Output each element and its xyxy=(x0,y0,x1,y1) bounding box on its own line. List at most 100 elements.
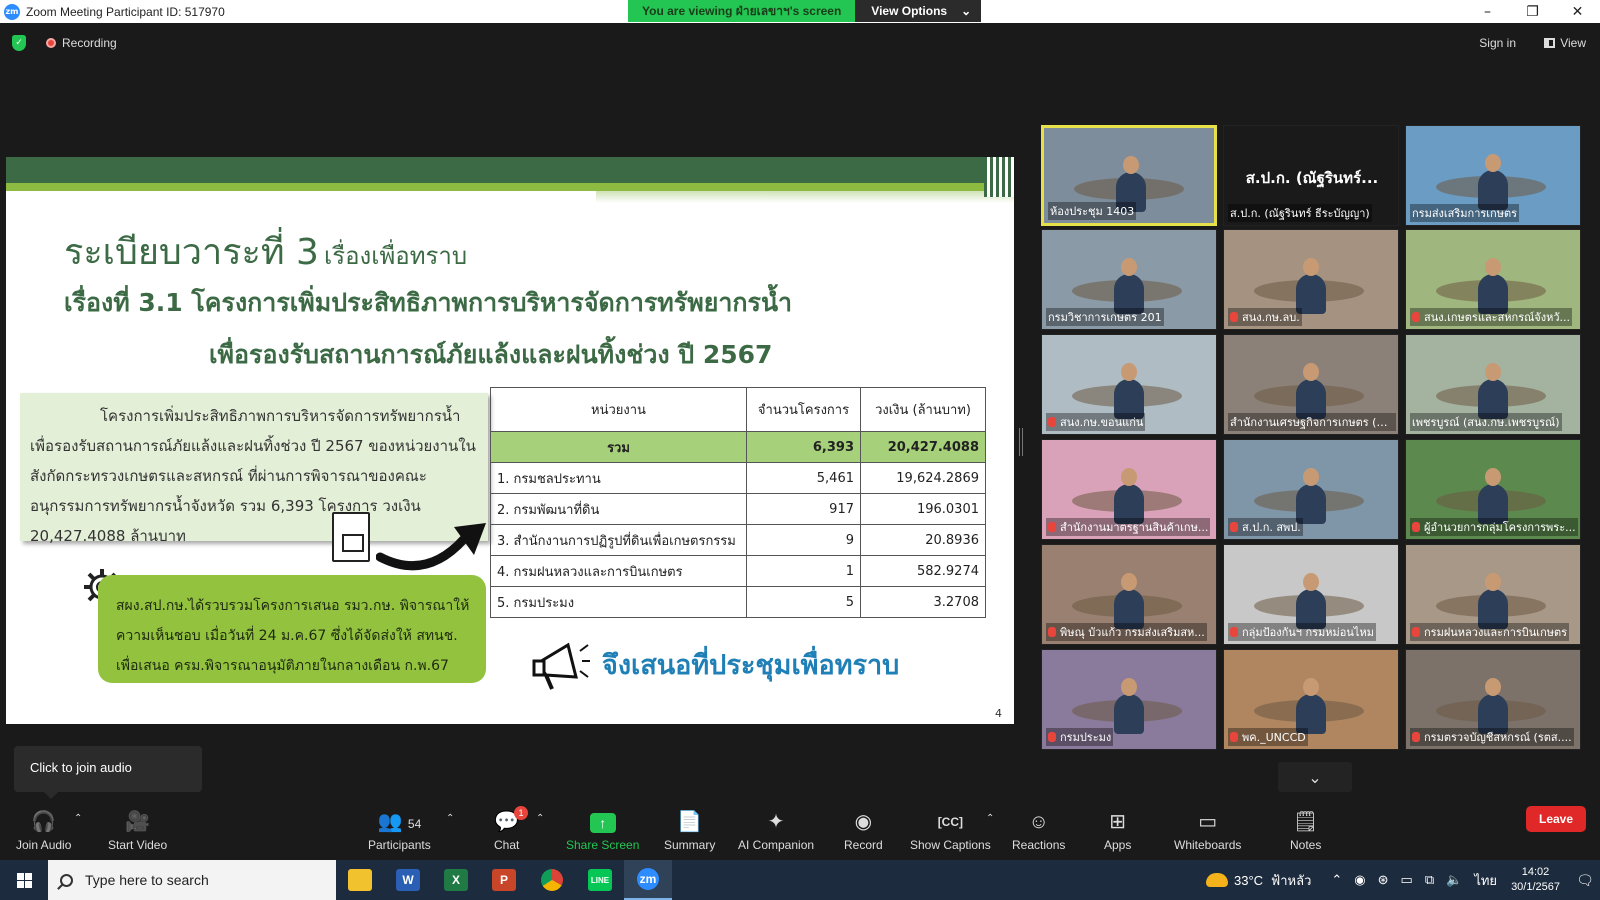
split-resize-handle[interactable] xyxy=(1019,428,1023,456)
participant-tile[interactable]: ส.ป.ก. (ณัฐรินทร์... ส.ป.ก. (ณัฐรินทร์ ธี… xyxy=(1223,125,1399,226)
taskbar-chrome[interactable] xyxy=(528,860,576,900)
mic-muted-icon xyxy=(1048,627,1056,637)
participant-tile[interactable]: ส.ป.ก. สพป. xyxy=(1223,439,1399,540)
participant-name: สนง.กษ.ลบ. xyxy=(1228,308,1302,326)
record-button[interactable]: ◉ Record xyxy=(844,810,883,852)
participant-tile[interactable]: กรมตรวจบัญชีสหกรณ์ (รตส.... xyxy=(1405,649,1581,750)
table-header-count: จำนวนโครงการ xyxy=(746,387,861,432)
taskbar-search[interactable]: Type here to search xyxy=(48,860,336,900)
note-box: สผง.สป.กษ.ได้รวบรวมโครงการเสนอ รมว.กษ. พ… xyxy=(98,575,486,683)
participant-name: ห้องประชุม 1403 xyxy=(1048,202,1137,220)
display-icon[interactable]: ⧉ xyxy=(1425,872,1434,888)
participant-tile[interactable]: สนง.กษ.ลบ. xyxy=(1223,229,1399,330)
sign-in-button[interactable]: Sign in xyxy=(1479,36,1516,50)
webcam-icon[interactable]: ◉ xyxy=(1354,872,1365,888)
participant-tile[interactable]: กรมส่งเสริมการเกษตร xyxy=(1405,125,1581,226)
apps-button[interactable]: ⊞ Apps xyxy=(1104,810,1131,852)
participant-tile[interactable]: สำนักงานมาตรฐานสินค้าเกษ... xyxy=(1041,439,1217,540)
join-audio-tooltip[interactable]: Click to join audio xyxy=(14,746,202,799)
record-label: Record xyxy=(844,838,883,852)
close-button[interactable]: ✕ xyxy=(1555,0,1600,23)
participant-name: ส.ป.ก. (ณัฐรินทร์ ธีระบัญญา) xyxy=(1228,204,1372,222)
participant-tile[interactable]: กรมฝนหลวงและการบินเกษตร xyxy=(1405,544,1581,645)
participant-tile[interactable]: กรมวิชาการเกษตร 201 xyxy=(1041,229,1217,330)
table-header-amount: วงเงิน (ล้านบาท) xyxy=(860,387,986,432)
row-count: 9 xyxy=(746,524,861,556)
participant-tile[interactable]: ผู้อำนวยการกลุ่มโครงการพระ... xyxy=(1405,439,1581,540)
participant-name: กรมตรวจบัญชีสหกรณ์ (รตส.... xyxy=(1410,728,1574,746)
table-header-agency: หน่วยงาน xyxy=(490,387,747,432)
participants-caret[interactable]: ⌃ xyxy=(446,813,454,824)
participant-tile[interactable]: ห้องประชุม 1403 xyxy=(1041,125,1217,226)
taskbar-powerpoint[interactable]: P xyxy=(480,860,528,900)
tooltip-text: Click to join audio xyxy=(30,760,132,775)
line-icon: LINE xyxy=(588,869,612,891)
total-amount: 20,427.4088 xyxy=(860,431,986,463)
row-amount: 19,624.2869 xyxy=(860,462,986,494)
view-button[interactable]: View xyxy=(1544,36,1586,50)
participant-tile[interactable]: เพชรบูรณ์ (สนง.กษ.เพชรบูรณ์) xyxy=(1405,334,1581,435)
slide-title: ระเบียบวาระที่ 3 เรื่องเพื่อทราบ xyxy=(64,223,467,280)
captions-caret[interactable]: ⌃ xyxy=(986,813,994,824)
reactions-button[interactable]: ☺ Reactions xyxy=(1012,810,1065,852)
participants-button[interactable]: 👥 54 Participants xyxy=(368,810,431,852)
row-label: 3. สำนักงานการปฏิรูปที่ดินเพื่อเกษตรกรรม xyxy=(490,524,747,556)
notes-button[interactable]: 🗒 Notes xyxy=(1290,810,1321,852)
chevron-down-icon: ⌄ xyxy=(1308,767,1322,787)
participant-name-text: กรมประมง xyxy=(1060,731,1112,744)
powerpoint-icon: P xyxy=(492,869,516,891)
participant-tile[interactable]: กรมประมง xyxy=(1041,649,1217,750)
summary-button[interactable]: 📄 Summary xyxy=(664,810,715,852)
taskbar-excel[interactable]: X xyxy=(432,860,480,900)
participant-tile[interactable]: กลุ่มป้องกันฯ กรมหม่อนไหม xyxy=(1223,544,1399,645)
meeting-top-strip: ✓ Recording Sign in View xyxy=(0,23,1600,63)
participant-tile[interactable]: สนง.เกษตรและสหกรณ์จังหวั... xyxy=(1405,229,1581,330)
volume-icon[interactable]: 🔈 xyxy=(1446,872,1462,888)
taskbar-file-explorer[interactable] xyxy=(336,860,384,900)
notification-icon[interactable]: 🗨 xyxy=(1570,872,1600,889)
join-audio-button[interactable]: 🎧 Join Audio xyxy=(16,810,71,852)
start-button[interactable] xyxy=(0,860,48,900)
participant-name: กรมวิชาการเกษตร 201 xyxy=(1046,308,1164,326)
gallery-next-page-button[interactable]: ⌄ xyxy=(1278,762,1352,792)
participant-name-text: สำนักงานเศรษฐกิจการเกษตร (ห้... xyxy=(1230,416,1395,429)
participant-name-text: กลุ่มป้องกันฯ กรมหม่อนไหม xyxy=(1242,626,1374,639)
share-screen-label: Share Screen xyxy=(566,838,640,852)
participant-tile[interactable]: สนง.กษ.ขอนแก่น xyxy=(1041,334,1217,435)
leave-button[interactable]: Leave xyxy=(1526,806,1586,832)
chat-button[interactable]: 💬 1 Chat xyxy=(494,806,528,852)
mic-muted-icon xyxy=(1230,312,1238,322)
participant-video-head xyxy=(1485,363,1501,381)
antivirus-icon[interactable]: ⊛ xyxy=(1378,872,1389,888)
row-label: 4. กรมฝนหลวงและการบินเกษตร xyxy=(490,555,747,587)
show-captions-button[interactable]: [CC] Show Captions xyxy=(910,810,991,852)
participant-tile[interactable]: สำนักงานเศรษฐกิจการเกษตร (ห้... xyxy=(1223,334,1399,435)
start-video-button[interactable]: 🎥 Start Video xyxy=(108,810,167,852)
participant-tile[interactable]: พค._UNCCD xyxy=(1223,649,1399,750)
ai-companion-button[interactable]: ✦ AI Companion xyxy=(738,810,814,852)
audio-options-caret[interactable]: ⌃ xyxy=(74,813,82,824)
taskbar-line[interactable]: LINE xyxy=(576,860,624,900)
slide-subtitle-line2: เพื่อรองรับสถานการณ์ภัยแล้งและฝนทิ้งช่วง… xyxy=(209,340,773,369)
share-screen-button[interactable]: ↑ Share Screen xyxy=(566,810,639,852)
taskbar-zoom[interactable]: zm xyxy=(624,860,672,900)
shield-check-icon[interactable]: ✓ xyxy=(12,35,26,51)
taskbar-word[interactable]: W xyxy=(384,860,432,900)
maximize-button[interactable]: ❐ xyxy=(1510,0,1555,23)
participant-name: พิษณุ บัวแก้ว กรมส่งเสริมสห... xyxy=(1046,623,1207,641)
network-icon[interactable]: ▭ xyxy=(1401,872,1413,888)
slide-header-band xyxy=(6,157,1014,183)
chevron-up-icon[interactable]: ⌃ xyxy=(1331,872,1342,888)
minimize-button[interactable]: – xyxy=(1465,0,1510,23)
participant-video-head xyxy=(1121,258,1137,276)
whiteboards-button[interactable]: ▭ Whiteboards xyxy=(1174,810,1241,852)
row-label: 1. กรมชลประทาน xyxy=(490,462,747,494)
view-options-button[interactable]: View Options ⌄ xyxy=(855,0,982,22)
slide-title-main: ระเบียบวาระที่ 3 xyxy=(64,232,319,273)
participant-video-head xyxy=(1123,156,1139,174)
taskbar-clock[interactable]: 14:02 30/1/2567 xyxy=(1511,865,1560,895)
language-indicator[interactable]: ไทย xyxy=(1474,870,1497,891)
total-count: 6,393 xyxy=(746,431,861,463)
chat-caret[interactable]: ⌃ xyxy=(536,813,544,824)
participant-tile[interactable]: พิษณุ บัวแก้ว กรมส่งเสริมสห... xyxy=(1041,544,1217,645)
